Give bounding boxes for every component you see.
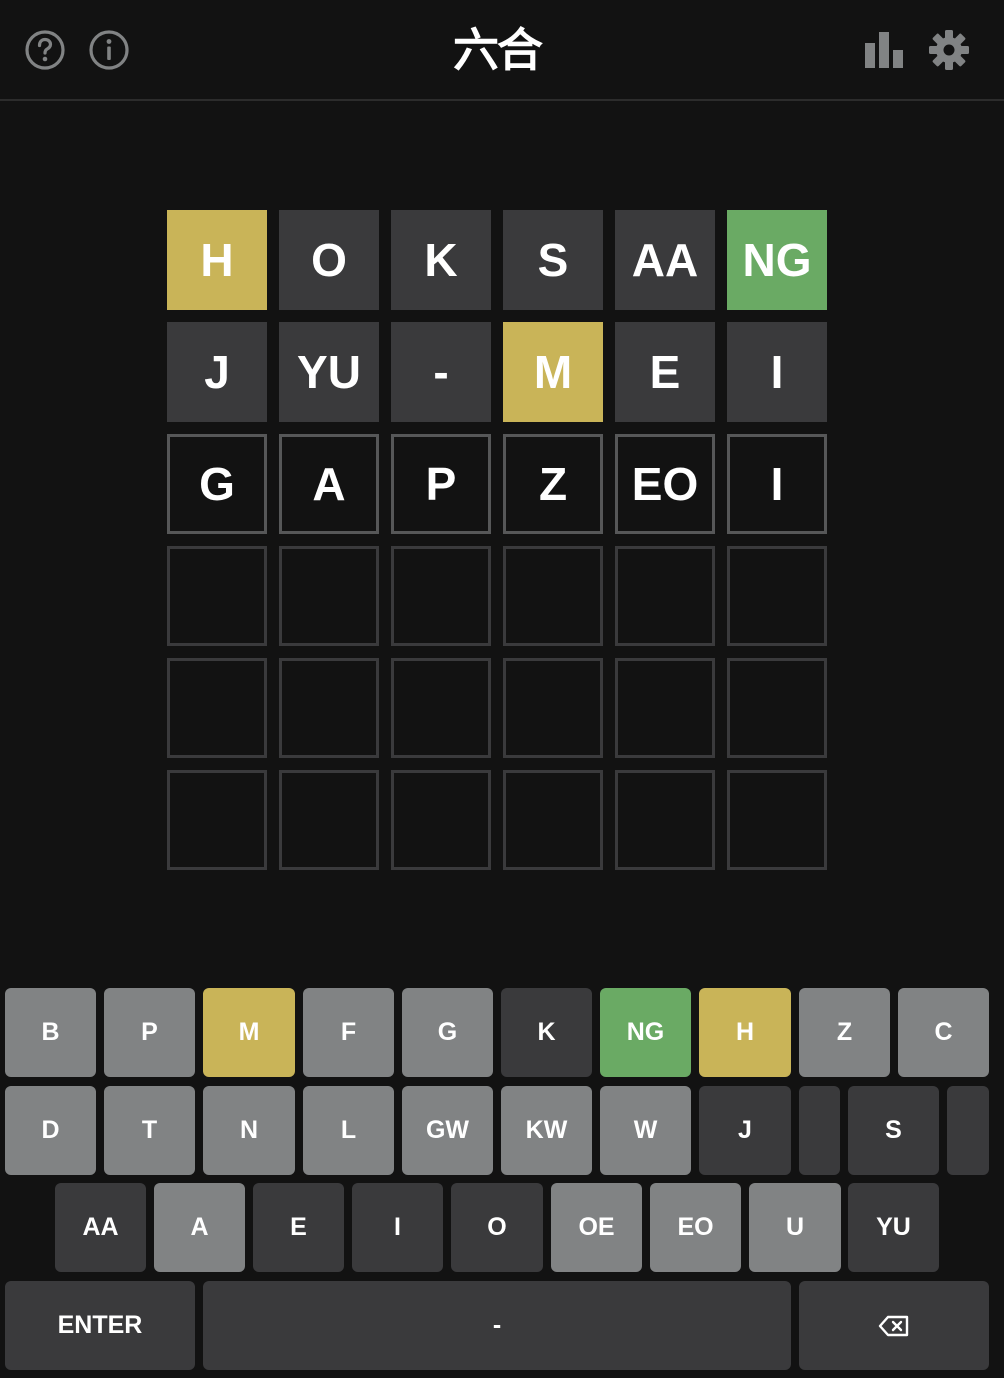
- key-h[interactable]: H: [699, 988, 791, 1077]
- app-header: 六合: [0, 0, 1004, 101]
- board-tile: H: [167, 210, 267, 310]
- empty-board-tile: [503, 770, 603, 870]
- key-s[interactable]: S: [848, 1086, 939, 1175]
- empty-board-tile: [279, 546, 379, 646]
- empty-board-tile: [167, 658, 267, 758]
- board-tile: NG: [727, 210, 827, 310]
- key-m[interactable]: M: [203, 988, 295, 1077]
- board-tile: Z: [503, 434, 603, 534]
- empty-board-tile: [279, 770, 379, 870]
- board-tile: I: [727, 322, 827, 422]
- board-tile: S: [503, 210, 603, 310]
- settings-icon[interactable]: [928, 29, 970, 71]
- key-o[interactable]: O: [451, 1183, 543, 1272]
- empty-board-tile: [503, 546, 603, 646]
- board-row: [167, 546, 827, 646]
- key-f[interactable]: F: [303, 988, 394, 1077]
- board-row: J YU - M E I: [167, 322, 827, 422]
- hyphen-key[interactable]: -: [203, 1281, 791, 1370]
- blank-key[interactable]: [947, 1086, 989, 1175]
- board-tile: O: [279, 210, 379, 310]
- empty-board-tile: [727, 658, 827, 758]
- empty-board-tile: [391, 658, 491, 758]
- empty-board-tile: [503, 658, 603, 758]
- backspace-icon: [878, 1315, 909, 1336]
- key-u[interactable]: U: [749, 1183, 841, 1272]
- board-tile: P: [391, 434, 491, 534]
- board-row: [167, 658, 827, 758]
- empty-board-tile: [279, 658, 379, 758]
- board-tile: K: [391, 210, 491, 310]
- help-icon[interactable]: [24, 29, 66, 71]
- key-p[interactable]: P: [104, 988, 195, 1077]
- key-kw[interactable]: KW: [501, 1086, 592, 1175]
- empty-board-tile: [615, 770, 715, 870]
- key-k[interactable]: K: [501, 988, 592, 1077]
- key-oe[interactable]: OE: [551, 1183, 642, 1272]
- backspace-key[interactable]: [799, 1281, 989, 1370]
- key-a[interactable]: A: [154, 1183, 245, 1272]
- key-j[interactable]: J: [699, 1086, 791, 1175]
- key-l[interactable]: L: [303, 1086, 394, 1175]
- board-row: G A P Z EO I: [167, 434, 827, 534]
- key-t[interactable]: T: [104, 1086, 195, 1175]
- info-icon[interactable]: [88, 29, 130, 71]
- on-screen-keyboard: B P M F G K NG H Z C D T N L GW KW W J S AA A E I O OE EO U YU ENTER…: [0, 988, 1004, 1372]
- blank-key[interactable]: [799, 1086, 840, 1175]
- empty-board-tile: [615, 658, 715, 758]
- key-b[interactable]: B: [5, 988, 96, 1077]
- empty-board-tile: [615, 546, 715, 646]
- board-row: [167, 770, 827, 870]
- board-tile: I: [727, 434, 827, 534]
- key-n[interactable]: N: [203, 1086, 295, 1175]
- board-tile: A: [279, 434, 379, 534]
- key-gw[interactable]: GW: [402, 1086, 493, 1175]
- game-title: 六合: [453, 23, 543, 77]
- board-row: H O K S AA NG: [167, 210, 827, 310]
- key-z[interactable]: Z: [799, 988, 890, 1077]
- key-w[interactable]: W: [600, 1086, 691, 1175]
- board-tile: E: [615, 322, 715, 422]
- game-title-logo: 六合: [442, 24, 552, 76]
- key-ng[interactable]: NG: [600, 988, 691, 1077]
- enter-key[interactable]: ENTER: [5, 1281, 195, 1370]
- key-e[interactable]: E: [253, 1183, 344, 1272]
- empty-board-tile: [167, 546, 267, 646]
- key-i[interactable]: I: [352, 1183, 443, 1272]
- board-tile: AA: [615, 210, 715, 310]
- key-eo[interactable]: EO: [650, 1183, 741, 1272]
- key-yu[interactable]: YU: [848, 1183, 939, 1272]
- board-tile: -: [391, 322, 491, 422]
- board-tile: M: [503, 322, 603, 422]
- board-tile: J: [167, 322, 267, 422]
- key-g[interactable]: G: [402, 988, 493, 1077]
- board-tile: G: [167, 434, 267, 534]
- key-d[interactable]: D: [5, 1086, 96, 1175]
- empty-board-tile: [727, 546, 827, 646]
- key-c[interactable]: C: [898, 988, 989, 1077]
- empty-board-tile: [391, 770, 491, 870]
- board-tile: EO: [615, 434, 715, 534]
- key-aa[interactable]: AA: [55, 1183, 146, 1272]
- empty-board-tile: [727, 770, 827, 870]
- empty-board-tile: [391, 546, 491, 646]
- board-tile: YU: [279, 322, 379, 422]
- game-board: H O K S AA NG J YU - M E I G A P Z EO I: [167, 210, 827, 870]
- stats-icon[interactable]: [864, 29, 906, 71]
- empty-board-tile: [167, 770, 267, 870]
